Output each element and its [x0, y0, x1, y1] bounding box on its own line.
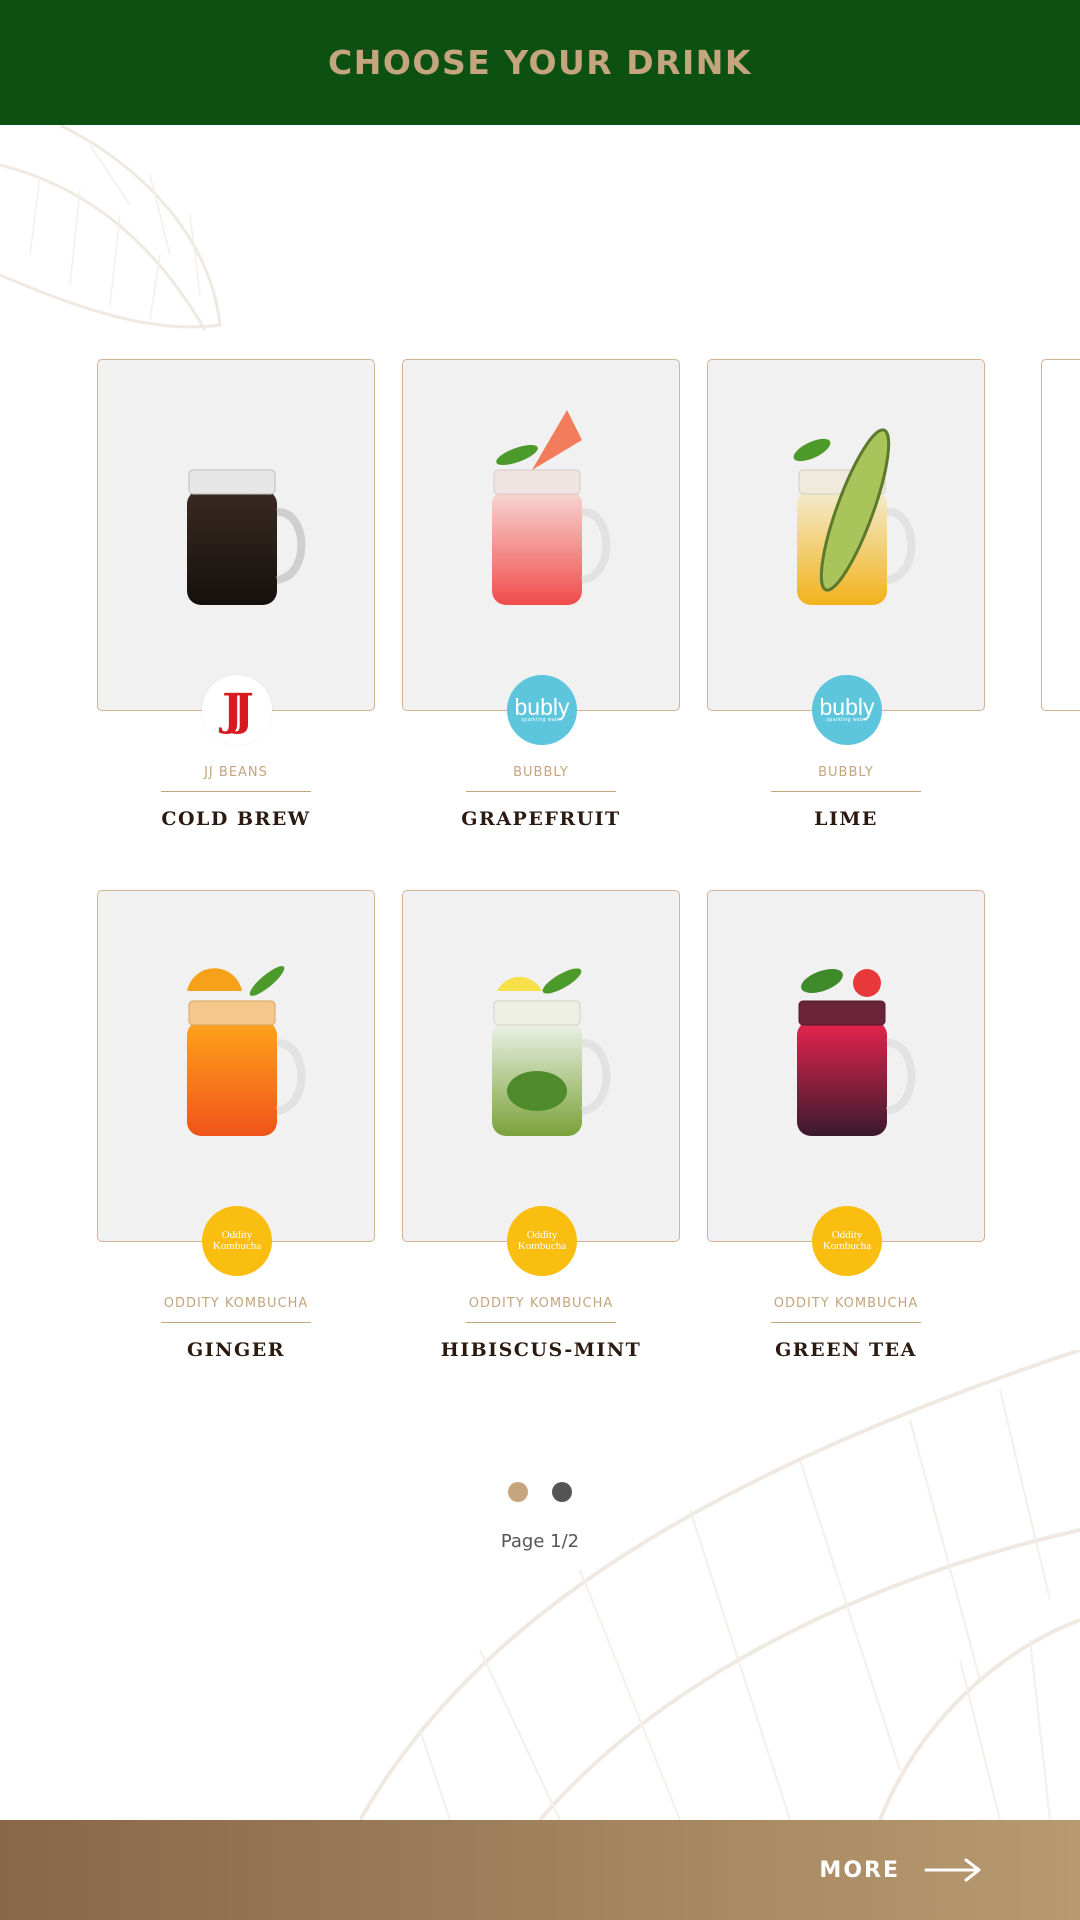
- drink-jar-image: [492, 968, 611, 1136]
- drink-image-frame[interactable]: Oddity Kombucha: [97, 890, 375, 1276]
- arrow-right-icon: [924, 1858, 981, 1882]
- more-label: MORE: [819, 1857, 900, 1883]
- drink-brand: ODDITY KOMBUCHA: [163, 1296, 309, 1311]
- drink-name: LIME: [814, 808, 878, 830]
- drink-jar-image: [793, 428, 916, 605]
- drink-card[interactable]: JJ JJ BEANS COLD BREW: [97, 359, 375, 830]
- drink-card[interactable]: Oddity Kombucha ODDITY KOMBUCHA GREEN TE…: [707, 890, 985, 1361]
- drink-card[interactable]: bubly sparkling water BUBBLY GRAPEFRUIT: [402, 359, 680, 830]
- page-dot-2[interactable]: [552, 1482, 572, 1502]
- next-card-peek[interactable]: [1041, 359, 1080, 711]
- drink-name: HIBISCUS-MINT: [440, 1339, 642, 1361]
- drink-card[interactable]: Oddity Kombucha ODDITY KOMBUCHA GINGER: [97, 890, 375, 1361]
- drink-brand: ODDITY KOMBUCHA: [468, 1296, 614, 1311]
- divider: [771, 791, 921, 792]
- drink-name: GINGER: [187, 1339, 285, 1361]
- drink-image-frame[interactable]: Oddity Kombucha: [707, 890, 985, 1276]
- drink-name: GREEN TEA: [775, 1339, 917, 1361]
- drink-card[interactable]: Oddity Kombucha ODDITY KOMBUCHA HIBISCUS…: [402, 890, 680, 1361]
- drink-card[interactable]: bubly sparkling water BUBBLY LIME: [707, 359, 985, 830]
- footer-bar: MORE: [0, 1820, 1080, 1920]
- drink-jar-image: [797, 968, 916, 1136]
- divider: [466, 1322, 616, 1323]
- drink-jar-image: [187, 469, 306, 605]
- brand-logo-oddity-kombucha: Oddity Kombucha: [812, 1206, 882, 1276]
- drink-brand: ODDITY KOMBUCHA: [773, 1296, 919, 1311]
- divider: [771, 1322, 921, 1323]
- page-dot-1[interactable]: [508, 1482, 528, 1502]
- brand-logo-jj-beans: JJ: [202, 675, 272, 745]
- more-button[interactable]: MORE: [819, 1820, 982, 1920]
- brand-logo-bubly: bubly sparkling water: [812, 675, 882, 745]
- brand-logo-bubly: bubly sparkling water: [507, 675, 577, 745]
- page-indicator: Page 1/2: [500, 1531, 580, 1552]
- leaf-decoration-bottom: [360, 1350, 1080, 1820]
- pagination-dots: [0, 1482, 1080, 1502]
- drink-image-frame[interactable]: Oddity Kombucha: [402, 890, 680, 1276]
- brand-logo-oddity-kombucha: Oddity Kombucha: [202, 1206, 272, 1276]
- brand-logo-oddity-kombucha: Oddity Kombucha: [507, 1206, 577, 1276]
- drink-image-frame[interactable]: bubly sparkling water: [707, 359, 985, 745]
- drink-jar-image: [492, 410, 611, 605]
- app-header: CHOOSE YOUR DRINK: [0, 0, 1080, 125]
- drink-name: COLD BREW: [161, 808, 311, 830]
- drink-brand: BUBBLY: [513, 765, 569, 780]
- leaf-decoration-top: [0, 125, 222, 331]
- drink-image-frame[interactable]: bubly sparkling water: [402, 359, 680, 745]
- drink-image-frame[interactable]: JJ: [97, 359, 375, 745]
- divider: [161, 1322, 311, 1323]
- drink-name: GRAPEFRUIT: [461, 808, 621, 830]
- drink-jar-image: [187, 966, 306, 1136]
- divider: [161, 791, 311, 792]
- drink-brand: BUBBLY: [818, 765, 874, 780]
- page-title: CHOOSE YOUR DRINK: [328, 43, 752, 82]
- divider: [466, 791, 616, 792]
- drink-brand: JJ BEANS: [204, 765, 268, 780]
